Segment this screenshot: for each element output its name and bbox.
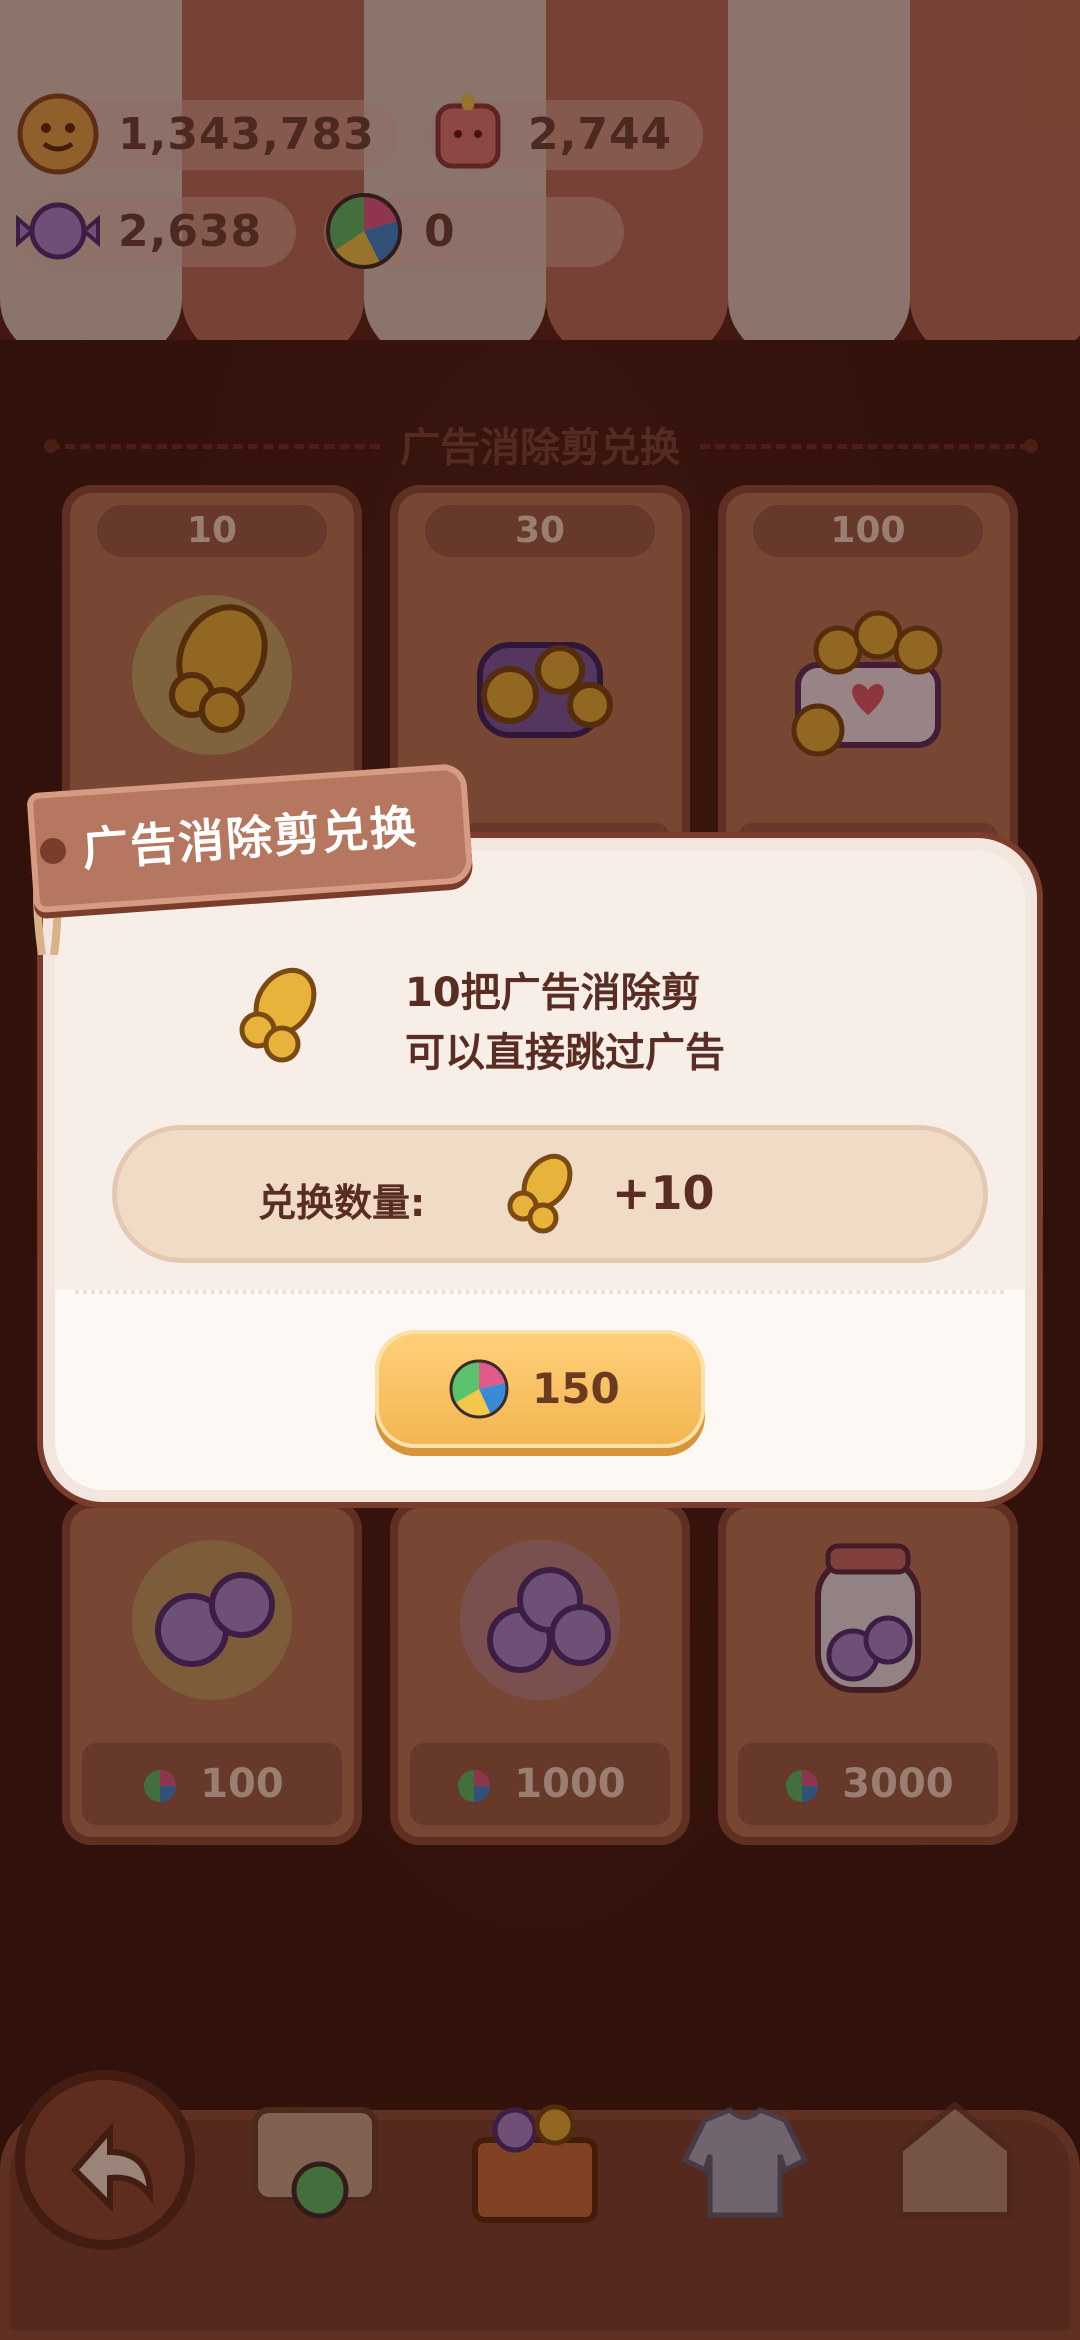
back-button[interactable] bbox=[25, 2080, 185, 2240]
candy-jar-icon bbox=[815, 1543, 921, 1693]
gem-icon bbox=[786, 1770, 819, 1802]
candy-currency: 2,638 bbox=[16, 197, 296, 267]
section-title: 广告消除剪兑换 bbox=[400, 425, 680, 471]
shop-box-icon[interactable] bbox=[460, 2080, 610, 2230]
crystal-currency: 2,744 bbox=[428, 94, 703, 170]
gem-icon bbox=[326, 193, 402, 269]
scissors-icon bbox=[239, 967, 317, 1063]
item-count: 100 bbox=[753, 505, 983, 557]
awning-stripes bbox=[0, 0, 1080, 372]
house-icon[interactable] bbox=[880, 2080, 1030, 2230]
candy-icon bbox=[16, 202, 100, 260]
item-price: 100 bbox=[82, 1743, 342, 1825]
exchange-cost: 150 bbox=[532, 1364, 620, 1413]
dialog-divider bbox=[75, 1290, 1005, 1294]
gem-icon bbox=[144, 1770, 177, 1802]
item-price-value: 1000 bbox=[514, 1761, 626, 1807]
scissors-bundle-icon bbox=[477, 642, 613, 738]
item-count: 30 bbox=[425, 505, 655, 557]
crystal-icon bbox=[435, 94, 501, 169]
tag-hole bbox=[40, 838, 66, 864]
shop-item-candy-jar[interactable]: 3000 bbox=[718, 1500, 1018, 1845]
item-price: 3000 bbox=[738, 1743, 998, 1825]
scissors-icon bbox=[507, 1153, 573, 1234]
quantity-label: 兑换数量: bbox=[258, 1181, 426, 1225]
gem-currency: 0 bbox=[324, 193, 624, 269]
candy-bundle-icon bbox=[460, 1540, 620, 1700]
scissors-chest-icon bbox=[791, 610, 943, 757]
cookie-icon bbox=[17, 93, 99, 175]
quantity-value: +10 bbox=[612, 1166, 715, 1220]
item-price-value: 3000 bbox=[842, 1761, 954, 1807]
dialog-desc-line2: 可以直接跳过广告 bbox=[405, 1030, 725, 1076]
cookie-amount: 1,343,783 bbox=[118, 109, 375, 160]
back-arrow-icon bbox=[70, 2122, 154, 2213]
gem-icon bbox=[449, 1359, 509, 1419]
candy-amount: 2,638 bbox=[118, 206, 263, 257]
exchange-button[interactable]: 150 bbox=[375, 1330, 705, 1448]
shop-item-candy-small[interactable]: 100 bbox=[62, 1500, 362, 1845]
item-price-value: 100 bbox=[200, 1761, 284, 1807]
map-icon[interactable] bbox=[240, 2080, 390, 2230]
item-price: 1000 bbox=[410, 1743, 670, 1825]
item-count: 10 bbox=[97, 505, 327, 557]
scissors-icon bbox=[132, 595, 292, 755]
dialog-desc-line1: 10把广告消除剪 bbox=[405, 970, 701, 1016]
cookie-currency: 1,343,783 bbox=[17, 93, 398, 175]
crystal-amount: 2,744 bbox=[528, 109, 673, 160]
shop-item-candy-medium[interactable]: 1000 bbox=[390, 1500, 690, 1845]
sweater-icon[interactable] bbox=[670, 2080, 820, 2230]
gem-icon bbox=[458, 1770, 491, 1802]
candy-icon bbox=[132, 1540, 292, 1700]
gem-amount: 0 bbox=[424, 206, 456, 257]
